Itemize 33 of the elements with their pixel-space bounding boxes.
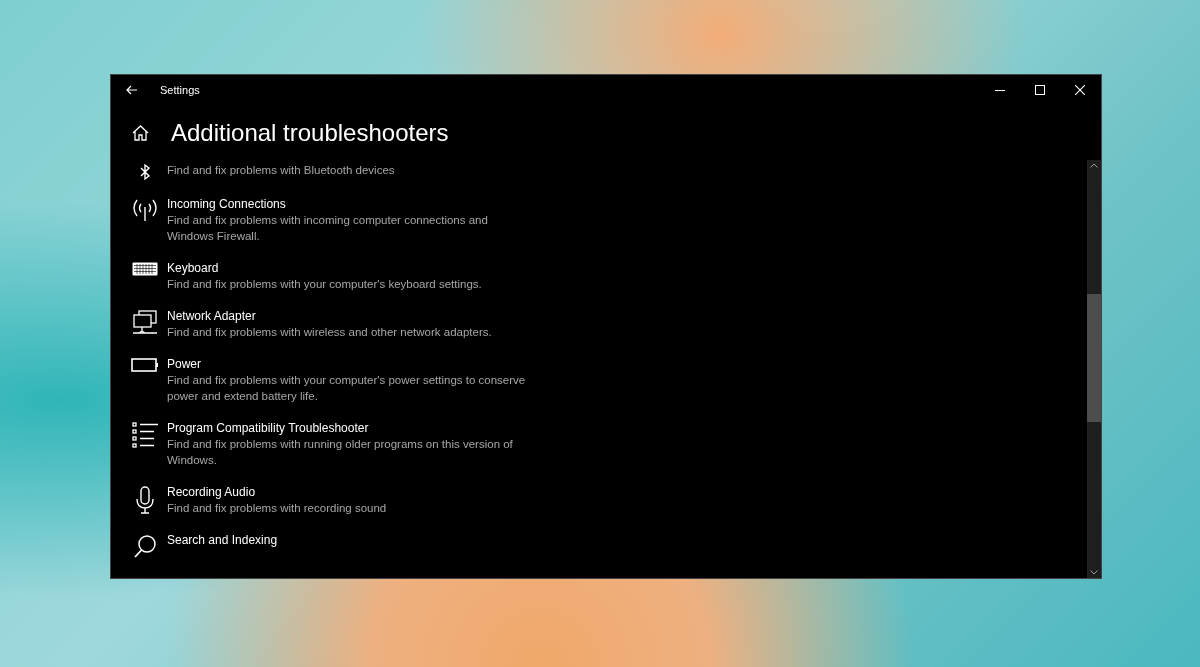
scroll-up-icon[interactable] <box>1090 163 1098 168</box>
troubleshooter-title[interactable]: Network Adapter <box>167 308 527 324</box>
troubleshooter-title[interactable]: Search and Indexing <box>167 532 527 548</box>
troubleshooter-description: Find and fix problems with Bluetooth devices <box>167 163 396 178</box>
troubleshooter-title[interactable]: Keyboard <box>167 260 527 276</box>
bluetooth-icon <box>138 164 152 180</box>
back-arrow-icon[interactable] <box>126 85 138 95</box>
troubleshooter-description: Find and fix problems with running older programs on this version of Windows. <box>167 437 514 468</box>
scroll-down-icon[interactable] <box>1090 570 1098 575</box>
troubleshooter-title[interactable]: Incoming Connections <box>167 196 527 212</box>
maximize-icon[interactable] <box>1035 85 1045 95</box>
search-icon <box>133 534 157 558</box>
troubleshooter-description: Find and fix problems with recording sound <box>167 501 388 516</box>
battery-icon <box>131 358 159 372</box>
close-icon[interactable] <box>1075 85 1085 95</box>
troubleshooter-description: Find and fix problems with your computer's power settings to conserve power and extend battery life. <box>167 373 527 404</box>
microphone-icon <box>135 486 155 514</box>
minimize-icon[interactable] <box>995 89 1005 91</box>
troubleshooter-title[interactable]: Program Compatibility Troubleshooter <box>167 420 527 436</box>
scrollbar-thumb[interactable] <box>1087 294 1101 422</box>
troubleshooter-title[interactable]: Recording Audio <box>167 484 527 500</box>
troubleshooter-description: Find and fix problems with incoming computer connections and Windows Firewall. <box>167 213 489 244</box>
antenna-icon <box>132 198 158 222</box>
keyboard-icon <box>132 262 158 276</box>
scrollbar[interactable] <box>1087 160 1101 578</box>
home-icon[interactable] <box>132 124 149 141</box>
list-icon <box>132 422 158 448</box>
page-title: Additional troubleshooters <box>171 118 449 147</box>
troubleshooter-description: Find and fix problems with wireless and other network adapters. <box>167 325 493 340</box>
troubleshooter-description: Find and fix problems with your computer's keyboard settings. <box>167 277 483 292</box>
window-title: Settings <box>160 84 200 96</box>
troubleshooter-title[interactable]: Power <box>167 356 527 372</box>
monitor-icon <box>132 310 158 336</box>
